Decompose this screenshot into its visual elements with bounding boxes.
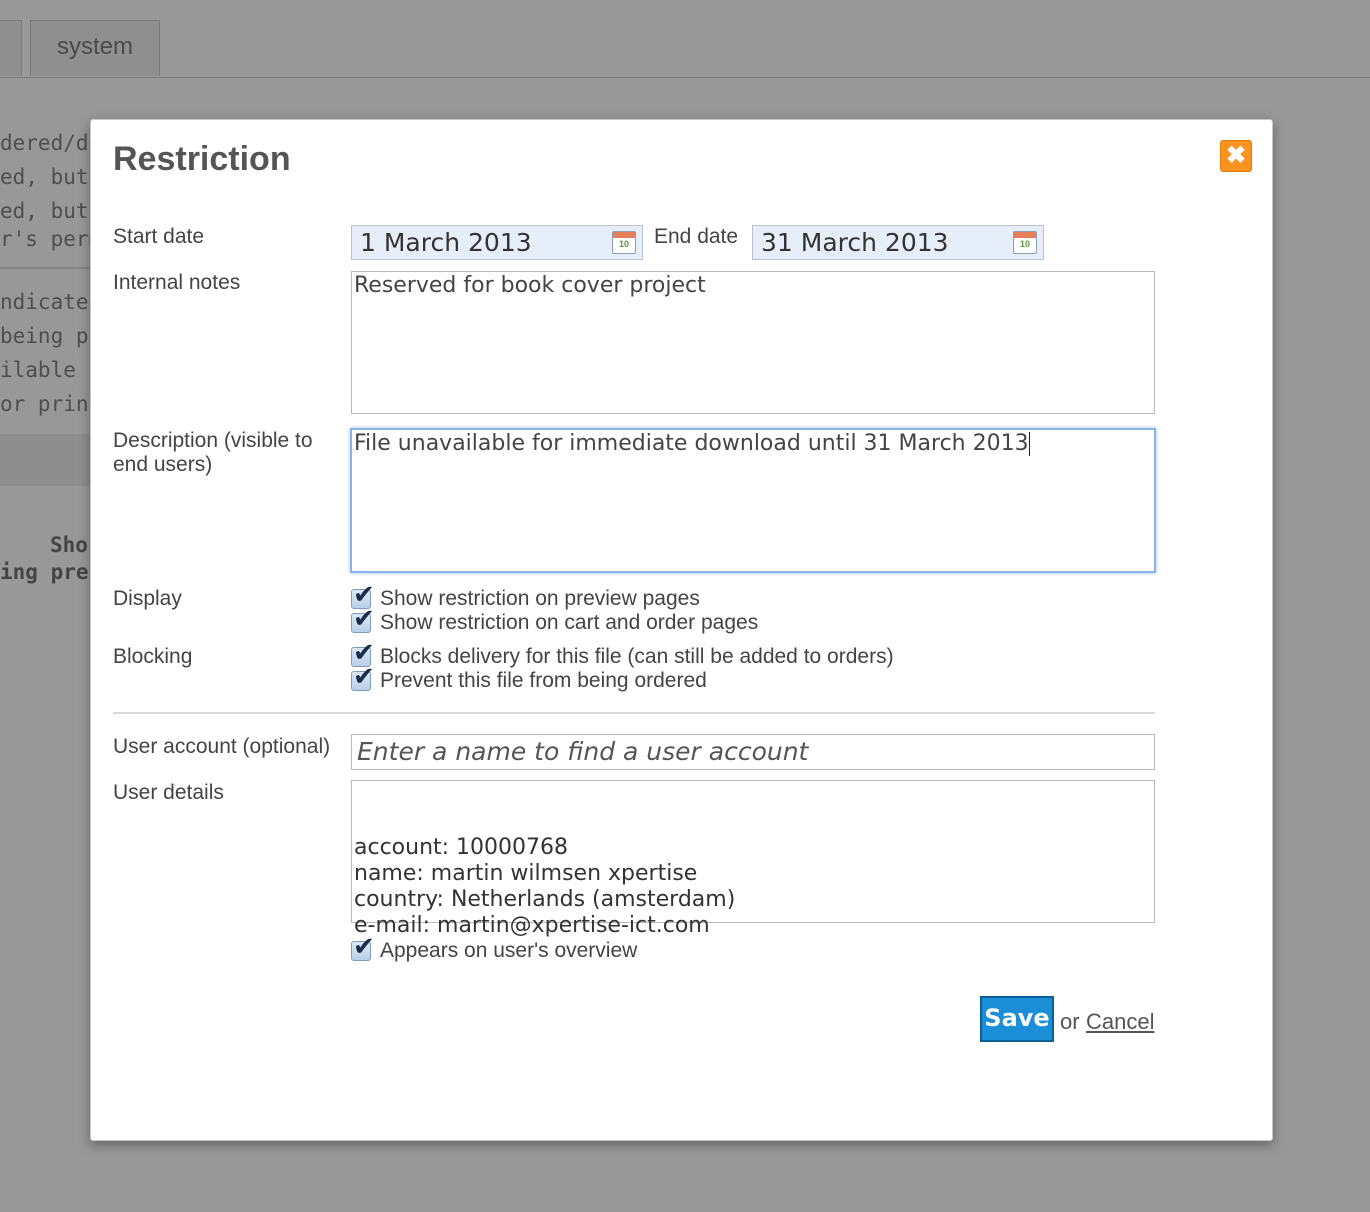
checkmark-icon: ✔ xyxy=(353,604,375,634)
background-text-line: dered/de xyxy=(0,131,102,155)
internal-notes-label: Internal notes xyxy=(113,271,241,294)
checkbox-label: Show restriction on preview pages xyxy=(380,587,700,610)
tab-system[interactable]: system xyxy=(30,20,160,76)
user-details-country: country: Netherlands (amsterdam) xyxy=(354,887,736,912)
calendar-day: 10 xyxy=(618,239,629,249)
internal-notes-textarea[interactable]: Reserved for book cover project xyxy=(351,271,1155,414)
background-text-line: ndicated xyxy=(0,290,102,314)
user-details-email: e-mail: martin@xpertise-ict.com xyxy=(354,913,710,938)
description-textarea[interactable]: File unavailable for immediate download … xyxy=(350,428,1156,573)
start-date-value: 1 March 2013 xyxy=(360,228,532,257)
dialog-title: Restriction xyxy=(113,140,291,178)
blocking-label: Blocking xyxy=(113,645,193,668)
user-details-label: User details xyxy=(113,781,224,804)
checkbox-label: Appears on user's overview xyxy=(380,939,638,962)
text-caret xyxy=(1028,432,1030,456)
end-date-label: End date xyxy=(654,225,739,248)
end-date-field[interactable]: 31 March 2013 10 xyxy=(752,225,1044,260)
display-label: Display xyxy=(113,587,182,610)
tab-previous[interactable] xyxy=(0,20,22,76)
close-icon[interactable]: ✖ xyxy=(1220,140,1252,172)
cancel-link[interactable]: Cancel xyxy=(1086,1009,1154,1035)
user-account-search-input[interactable]: Enter a name to find a user account xyxy=(351,734,1155,770)
checkmark-icon: ✔ xyxy=(353,932,375,962)
background-text-line: or print xyxy=(0,392,102,416)
user-account-label: User account (optional) xyxy=(113,735,331,758)
checkbox-label: Prevent this file from being ordered xyxy=(380,669,707,692)
checkbox-label: Blocks delivery for this file (can still… xyxy=(380,645,894,668)
or-text: or xyxy=(1060,1009,1080,1034)
internal-notes-value: Reserved for book cover project xyxy=(354,273,706,298)
background-tab-bar: system xyxy=(0,0,1370,78)
checkbox-label: Show restriction on cart and order pages xyxy=(380,611,759,634)
start-date-field[interactable]: 1 March 2013 10 xyxy=(351,225,643,260)
end-date-value: 31 March 2013 xyxy=(761,228,949,257)
tab-system-label: system xyxy=(56,33,133,60)
description-label: Description (visible to end users) xyxy=(113,429,313,476)
section-divider xyxy=(113,712,1155,714)
checkmark-icon: ✔ xyxy=(353,662,375,692)
calendar-icon[interactable]: 10 xyxy=(612,231,636,254)
background-text-line: r's perm xyxy=(0,227,102,251)
background-bar xyxy=(0,434,100,486)
user-details-account: account: 10000768 xyxy=(354,835,569,860)
description-value: File unavailable for immediate download … xyxy=(354,431,1029,456)
calendar-icon[interactable]: 10 xyxy=(1013,231,1037,254)
calendar-day: 10 xyxy=(1019,239,1030,249)
background-bold-text: Sho xyxy=(50,533,88,557)
background-text-line: being p xyxy=(0,324,89,348)
start-date-label: Start date xyxy=(113,225,205,248)
checkbox[interactable]: ✔ xyxy=(351,662,375,692)
background-divider xyxy=(0,267,100,269)
user-details-name: name: martin wilmsen xpertise xyxy=(354,861,698,886)
save-button[interactable]: Save xyxy=(980,996,1054,1042)
checkbox[interactable]: ✔ xyxy=(351,932,375,962)
user-details-box[interactable]: account: 10000768 name: martin wilmsen xp… xyxy=(351,780,1155,938)
user-account-placeholder: Enter a name to find a user account xyxy=(357,737,809,766)
restriction-dialog: Restriction ✖ Start date 1 March 2013 10… xyxy=(90,119,1273,1141)
checkbox[interactable]: ✔ xyxy=(351,604,375,634)
background-bold-text: ing pre xyxy=(0,560,89,584)
